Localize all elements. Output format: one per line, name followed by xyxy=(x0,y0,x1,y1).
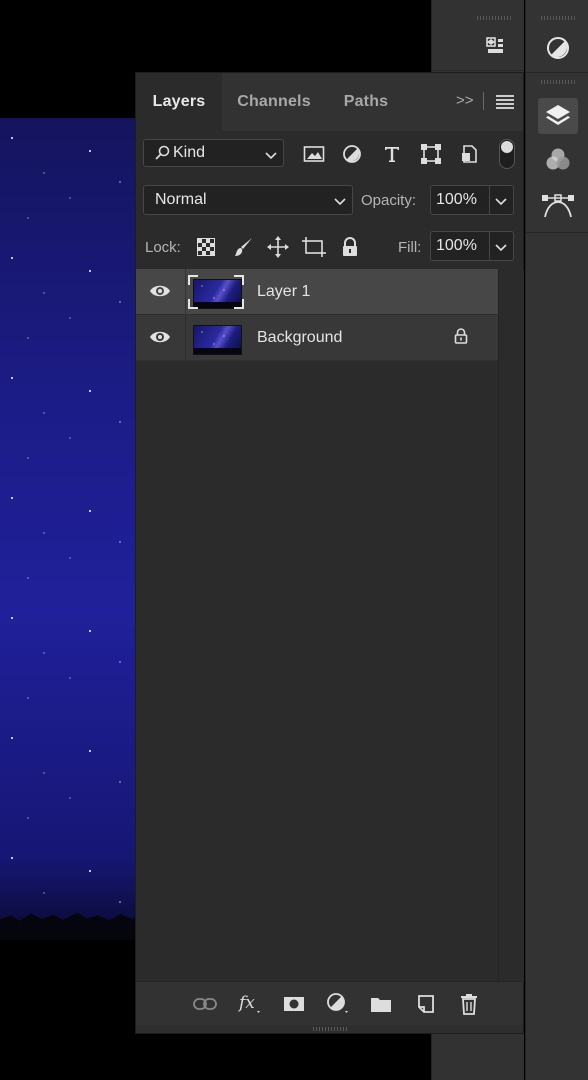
dock-grip[interactable] xyxy=(541,16,575,20)
blend-row: Normal Opacity: 100% xyxy=(136,177,523,223)
lock-icon xyxy=(454,328,468,349)
link-layers-icon[interactable] xyxy=(192,992,218,1016)
layer-name[interactable]: Layer 1 xyxy=(257,283,310,301)
new-layer-icon[interactable] xyxy=(413,992,439,1016)
new-group-icon[interactable] xyxy=(368,992,394,1016)
filter-kind-dropdown[interactable]: Kind xyxy=(143,139,284,167)
eye-icon[interactable] xyxy=(148,281,174,301)
smart-object-filter-icon[interactable] xyxy=(457,141,483,167)
add-mask-icon[interactable] xyxy=(281,992,307,1016)
eye-icon[interactable] xyxy=(148,327,174,347)
opacity-label: Opacity: xyxy=(361,192,417,209)
fill-label: Fill: xyxy=(398,239,422,256)
lock-transparent-pixels-icon[interactable] xyxy=(194,235,218,259)
lock-artboard-icon[interactable] xyxy=(302,235,326,259)
layers-panel-icon[interactable] xyxy=(538,98,578,134)
document-canvas[interactable] xyxy=(0,118,140,940)
layer-thumbnail[interactable] xyxy=(188,275,244,309)
chevron-down-icon xyxy=(334,194,346,212)
opacity-field[interactable]: 100% xyxy=(430,185,514,215)
layer-list: Layer 1 Background xyxy=(136,269,498,361)
dock-grip[interactable] xyxy=(477,16,511,20)
opacity-value: 100% xyxy=(436,191,477,208)
dock-grip[interactable] xyxy=(541,80,575,84)
layer-name[interactable]: Background xyxy=(257,329,342,347)
shape-layer-filter-icon[interactable] xyxy=(418,141,444,167)
properties-panel-icon[interactable] xyxy=(476,30,516,62)
layers-panel: Layers Channels Paths >> Kind Normal Opa… xyxy=(135,72,524,1034)
layer-filter-row: Kind xyxy=(136,131,523,177)
blend-mode-value: Normal xyxy=(155,191,207,208)
panel-dock-right xyxy=(525,0,588,1080)
adjustment-layer-filter-icon[interactable] xyxy=(339,141,365,167)
fx-layer-style-icon[interactable]: fx xyxy=(237,992,263,1016)
chevron-down-icon[interactable] xyxy=(495,194,507,212)
lock-label: Lock: xyxy=(145,239,181,256)
panel-menu-icon[interactable] xyxy=(496,95,514,114)
svg-text:fx: fx xyxy=(237,993,255,1013)
layer-list-scrollbar[interactable] xyxy=(498,269,524,981)
layer-row-layer-1[interactable]: Layer 1 xyxy=(136,269,498,315)
collapse-panels-icon[interactable]: >> xyxy=(456,92,474,109)
type-layer-filter-icon[interactable] xyxy=(379,141,405,167)
tab-layers[interactable]: Layers xyxy=(136,73,222,131)
blend-mode-dropdown[interactable]: Normal xyxy=(143,185,353,215)
chevron-down-icon xyxy=(265,148,277,166)
panel-resize-grip[interactable] xyxy=(136,1025,523,1033)
tab-paths[interactable]: Paths xyxy=(326,73,406,131)
panel-footer: fx xyxy=(136,981,523,1026)
lock-all-icon[interactable] xyxy=(338,235,362,259)
channels-icon[interactable] xyxy=(538,144,578,176)
lock-position-icon[interactable] xyxy=(266,235,290,259)
layer-row-background[interactable]: Background xyxy=(136,315,498,361)
new-adjustment-layer-icon[interactable] xyxy=(325,992,351,1016)
paths-icon[interactable] xyxy=(538,190,578,222)
search-icon xyxy=(154,145,170,161)
panel-tab-bar: Layers Channels Paths >> xyxy=(136,73,523,131)
filter-kind-label: Kind xyxy=(173,144,206,161)
adjustments-icon[interactable] xyxy=(538,32,578,64)
filter-toggle-switch[interactable] xyxy=(499,139,515,169)
delete-layer-icon[interactable] xyxy=(456,992,482,1016)
pixel-layer-filter-icon[interactable] xyxy=(301,141,327,167)
fill-value: 100% xyxy=(436,237,477,254)
chevron-down-icon[interactable] xyxy=(495,240,507,258)
lock-image-pixels-icon[interactable] xyxy=(231,235,255,259)
fill-field[interactable]: 100% xyxy=(430,231,514,261)
lock-row: Lock: Fill: 100% xyxy=(136,223,523,269)
tab-channels[interactable]: Channels xyxy=(222,73,326,131)
layer-thumbnail[interactable] xyxy=(188,321,244,355)
tab-bar-divider xyxy=(483,92,484,110)
